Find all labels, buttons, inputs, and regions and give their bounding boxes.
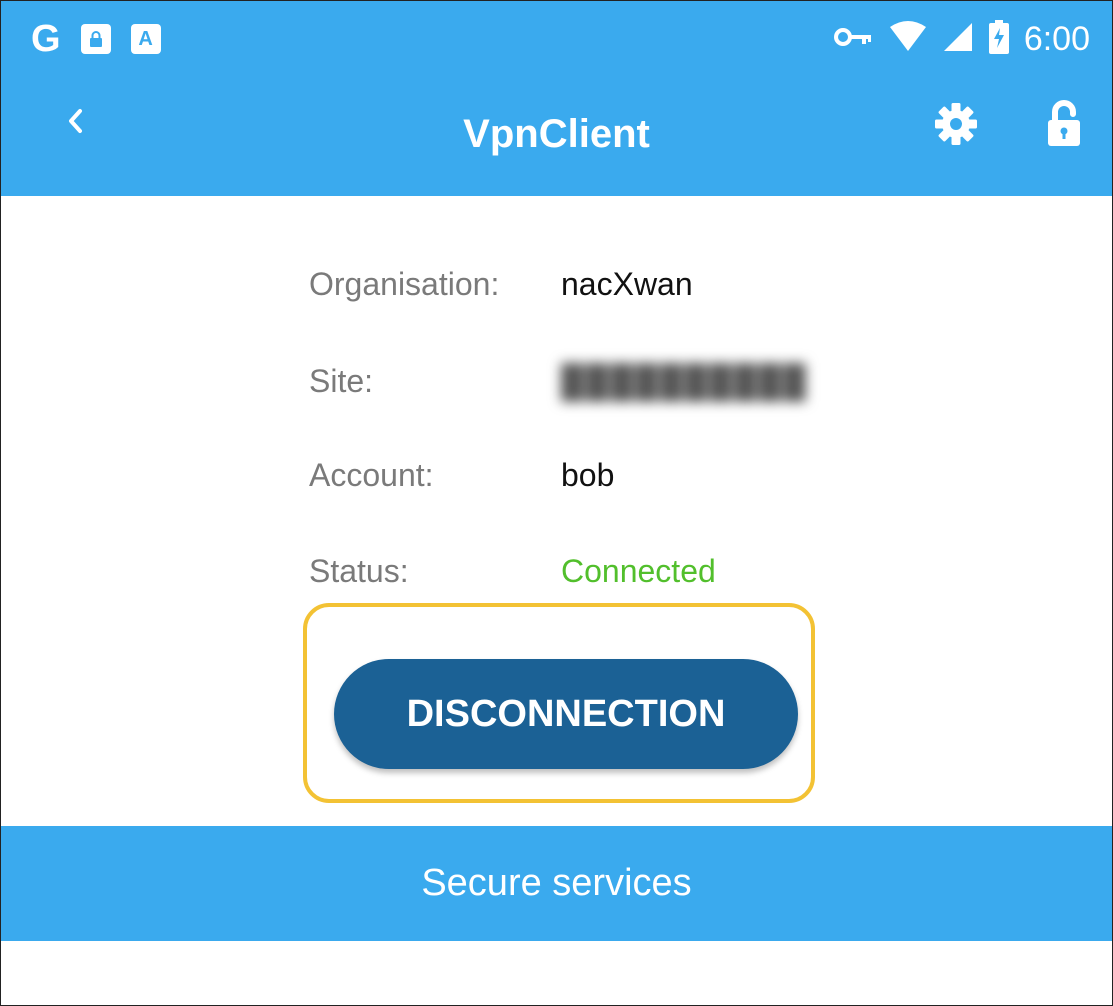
- status-bar: G A 6:00: [1, 1, 1112, 81]
- app-screen: G A 6:00 VpnClient Organisation: nacXwan…: [0, 0, 1113, 1006]
- disconnect-button[interactable]: DISCONNECTION: [334, 659, 798, 769]
- signal-icon: [942, 21, 974, 58]
- status-time: 6:00: [1023, 20, 1090, 58]
- status-bar-right: 6:00: [833, 19, 1090, 59]
- account-label: Account:: [309, 457, 434, 493]
- status-label: Status:: [309, 553, 409, 589]
- secure-services-header[interactable]: Secure services: [1, 826, 1112, 941]
- vpn-key-icon: [833, 25, 874, 54]
- keyboard-a-letter: A: [138, 28, 153, 50]
- status-row: Status: Connected: [309, 546, 1009, 596]
- organisation-value: nacXwan: [561, 266, 693, 302]
- wifi-icon: [888, 20, 928, 58]
- keyboard-a-icon: A: [130, 24, 161, 54]
- lock-button[interactable]: [1039, 99, 1089, 149]
- account-value: bob: [561, 457, 615, 493]
- site-row: Site: ██████████: [309, 356, 1009, 406]
- lock-notification-icon: [80, 24, 111, 54]
- site-value-container: ██████████: [561, 356, 808, 406]
- status-bar-left: G A: [31, 19, 161, 59]
- gear-icon: [935, 103, 977, 145]
- status-value: Connected: [561, 553, 716, 589]
- site-value: ██████████: [561, 363, 808, 399]
- unlock-icon: [1048, 100, 1080, 146]
- organisation-row: Organisation: nacXwan: [309, 259, 1009, 309]
- account-row: Account: bob: [309, 450, 1009, 500]
- google-icon: G: [31, 18, 61, 60]
- settings-button[interactable]: [931, 99, 981, 149]
- battery-charging-icon: [988, 19, 1010, 59]
- app-bar: VpnClient: [1, 81, 1112, 196]
- site-label: Site:: [309, 363, 374, 399]
- organisation-label: Organisation:: [309, 266, 500, 302]
